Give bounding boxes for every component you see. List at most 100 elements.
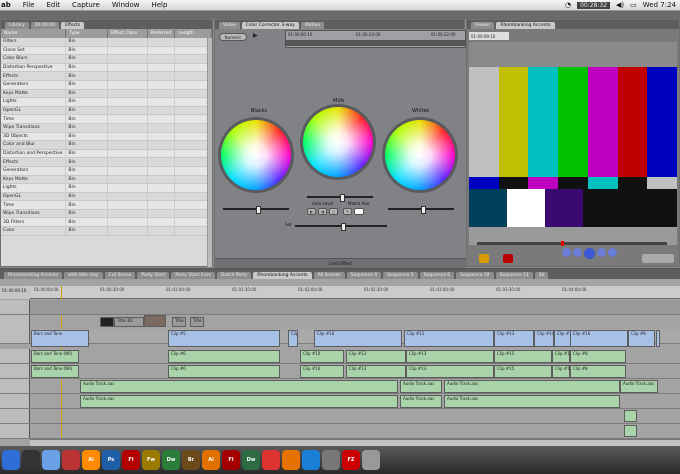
firefox-icon[interactable] bbox=[282, 450, 300, 470]
browser-row[interactable]: Lights Bin bbox=[1, 98, 212, 107]
v1-clip[interactable]: Clip #13 bbox=[494, 330, 534, 347]
menu-edit[interactable]: Edit bbox=[40, 1, 66, 9]
auto-black-button[interactable]: ◐ bbox=[307, 208, 316, 215]
browser-row[interactable]: Clone Set Bin bbox=[1, 46, 212, 56]
auto-white-button[interactable]: ○ bbox=[329, 208, 338, 215]
insert-edit-icon[interactable] bbox=[479, 254, 489, 263]
column-header-name[interactable]: Name bbox=[1, 29, 67, 38]
v1-clip[interactable]: Clip #5 bbox=[168, 330, 280, 347]
timeline-tab[interactable]: Dutch Party bbox=[216, 272, 252, 279]
column-header-length[interactable]: Length bbox=[175, 29, 212, 38]
timeline-tab[interactable]: Sequence 10 bbox=[456, 272, 494, 279]
limit-effect-bar[interactable]: Limit Effect bbox=[215, 258, 466, 268]
finder-icon[interactable] bbox=[2, 450, 20, 470]
app-icon-dw[interactable]: Dw bbox=[162, 450, 180, 470]
app-menu[interactable]: ab bbox=[0, 1, 17, 9]
browser-row[interactable]: Color Bin bbox=[1, 227, 212, 236]
v1-clip[interactable]: Clip #8 bbox=[628, 330, 655, 347]
track-controls-a2[interactable] bbox=[0, 364, 30, 378]
play-icon[interactable]: ▶ bbox=[253, 32, 263, 40]
menu-capture[interactable]: Capture bbox=[66, 1, 106, 9]
chrome-icon[interactable] bbox=[262, 450, 280, 470]
previous-edit-icon[interactable] bbox=[562, 248, 571, 257]
play-icon[interactable] bbox=[584, 248, 595, 259]
app-icon-dw2[interactable]: Dw bbox=[242, 450, 260, 470]
tab-canvas-sequence[interactable]: Rhombanking Accents bbox=[496, 22, 555, 29]
mids-slider[interactable] bbox=[307, 194, 373, 202]
timeline-tab[interactable]: Rhombanking Accents bbox=[253, 272, 312, 279]
v2-clip-title-b[interactable]: Title bbox=[190, 317, 204, 327]
trash-icon[interactable] bbox=[362, 450, 380, 470]
track-controls-a3[interactable] bbox=[0, 379, 30, 393]
timeline-tab[interactable]: Party Start bbox=[137, 272, 170, 279]
tab-effects[interactable]: Effects bbox=[60, 22, 85, 29]
play-around-icon[interactable] bbox=[597, 248, 606, 257]
viewer-buttons[interactable] bbox=[642, 254, 674, 263]
v1-clip[interactable]: Bars and Tone bbox=[31, 330, 89, 347]
timeline-tab[interactable]: with title slay bbox=[64, 272, 103, 279]
a1-clip[interactable]: Clip #8 bbox=[570, 350, 626, 363]
filezilla-icon[interactable]: FZ bbox=[342, 450, 360, 470]
a6-clip[interactable] bbox=[624, 425, 637, 437]
browser-row[interactable]: Keys Matte Bin bbox=[1, 89, 212, 99]
battery-icon[interactable]: ▭ bbox=[630, 1, 637, 9]
column-header-preferred[interactable]: Preferred bbox=[148, 29, 176, 38]
timer-readout[interactable]: 00:28:32 bbox=[577, 1, 611, 9]
a3-clip[interactable]: Audio Track.aac bbox=[80, 380, 398, 393]
app-icon-br[interactable]: Br bbox=[182, 450, 200, 470]
app-icon-ai2[interactable]: Ai bbox=[202, 450, 220, 470]
v1-clip[interactable]: Clip #11 bbox=[404, 330, 494, 347]
clip-thumbnail[interactable] bbox=[100, 317, 114, 327]
track-controls-a1[interactable] bbox=[0, 349, 30, 363]
a1-clip[interactable]: Bars and Tone (NR) bbox=[31, 350, 79, 363]
v1-clip[interactable]: Clip #6 bbox=[288, 330, 298, 347]
v1-clip[interactable]: Clip #10 bbox=[314, 330, 402, 347]
itunes-icon[interactable] bbox=[62, 450, 80, 470]
a3-clip[interactable]: Audio Track.aac bbox=[400, 380, 442, 393]
browser-row[interactable]: Color and Blur Bin bbox=[1, 141, 212, 150]
numeric-button[interactable]: Numeric bbox=[219, 33, 247, 41]
blacks-color-wheel[interactable] bbox=[221, 120, 291, 190]
browser-row[interactable]: Wipe Transitions Bin bbox=[1, 209, 212, 219]
a1-clip[interactable]: Clip #15 bbox=[494, 350, 552, 363]
tab-color-corrector[interactable]: Color Corrector 3-way bbox=[241, 22, 299, 29]
tab-library[interactable]: Library bbox=[5, 22, 29, 29]
browser-row[interactable]: OpenGL Bin bbox=[1, 106, 212, 116]
system-preferences-icon[interactable] bbox=[322, 450, 340, 470]
browser-row[interactable]: 3D Filters Bin bbox=[1, 218, 212, 228]
play-in-out-icon[interactable] bbox=[573, 248, 582, 257]
eyedropper-icon[interactable]: ✎ bbox=[343, 208, 352, 215]
tab-viewer[interactable]: Viewer bbox=[471, 22, 495, 29]
cc-timeline-track[interactable] bbox=[286, 40, 465, 46]
timeline-tab[interactable]: Sequence 5 bbox=[383, 272, 418, 279]
a1-clip[interactable]: Clip #10 bbox=[300, 350, 344, 363]
column-header-effect-class[interactable]: Effect Class bbox=[108, 29, 148, 38]
browser-row[interactable]: Distortion and Perspective Bin bbox=[1, 149, 212, 159]
v2-clip-image[interactable] bbox=[144, 315, 166, 327]
timeline-tab[interactable]: Sequence 4 bbox=[346, 272, 382, 279]
track-controls-v2[interactable] bbox=[0, 315, 30, 329]
browser-row[interactable]: Effects Bin bbox=[1, 158, 212, 167]
timeline-tab[interactable]: All Scenes bbox=[313, 272, 345, 279]
match-color-swatch[interactable] bbox=[354, 208, 364, 215]
v1-clip[interactable]: Liquid bbox=[656, 330, 660, 347]
a1-clip[interactable]: Clip #13 bbox=[346, 350, 406, 363]
whites-wheel[interactable] bbox=[382, 117, 458, 193]
browser-row[interactable]: Color Blurs Bin bbox=[1, 55, 212, 64]
v2-clip-title-3d[interactable]: Title 3D bbox=[114, 317, 144, 327]
v1-clip[interactable]: Clip #16 bbox=[570, 330, 628, 347]
timeline-tab[interactable]: Sequence 11 bbox=[495, 272, 533, 279]
dashboard-icon[interactable] bbox=[22, 450, 40, 470]
overwrite-edit-icon[interactable] bbox=[503, 254, 513, 263]
timeline-tab[interactable]: Rhombanking Accents bbox=[4, 272, 63, 279]
viewer-timecode[interactable]: 01:00:09:16 bbox=[469, 32, 509, 40]
timeline-tab[interactable]: Sequence 6 bbox=[419, 272, 455, 279]
a2-clip[interactable]: Clip #6 bbox=[168, 365, 280, 378]
browser-row[interactable]: 3D Objects Bin bbox=[1, 132, 212, 142]
a5-clip[interactable] bbox=[624, 410, 637, 422]
tab-timecode[interactable]: 00:00:00 bbox=[30, 22, 59, 29]
app-icon-ai[interactable]: Ai bbox=[82, 450, 100, 470]
app-icon-fw[interactable]: Fw bbox=[142, 450, 160, 470]
menu-window[interactable]: Window bbox=[106, 1, 146, 9]
app-icon-fl[interactable]: Fl bbox=[122, 450, 140, 470]
